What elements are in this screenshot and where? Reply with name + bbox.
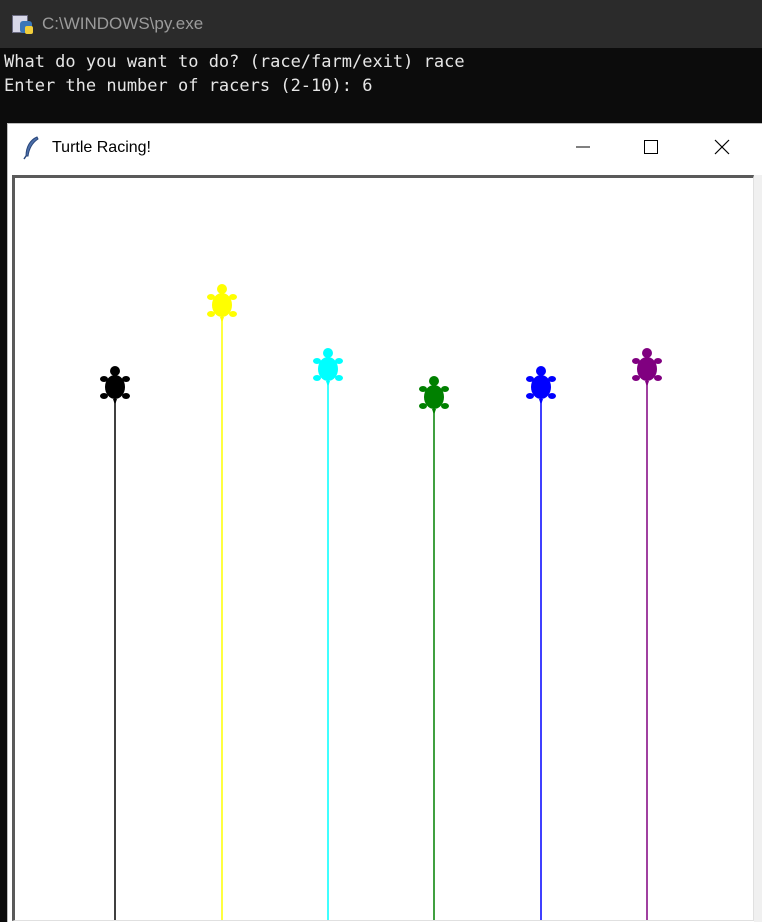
window-edge: [754, 175, 762, 922]
racer-turtle-icon: [207, 284, 237, 323]
console-title: C:\WINDOWS\py.exe: [42, 14, 204, 33]
racer-turtle-icon: [100, 366, 130, 405]
turtle-canvas[interactable]: [12, 175, 754, 921]
console-line: What do you want to do? (race/farm/exit)…: [4, 52, 465, 72]
maximize-button[interactable]: [617, 124, 685, 170]
close-button[interactable]: [688, 124, 756, 170]
turtle-window[interactable]: Turtle Racing!: [8, 124, 762, 922]
minimize-icon: [576, 146, 590, 148]
python-console-icon: [12, 13, 34, 35]
feather-icon: [23, 135, 39, 159]
turtle-window-title: Turtle Racing!: [52, 138, 151, 156]
console-line: Enter the number of racers (2-10): 6: [4, 76, 373, 96]
racer-turtle-icon: [419, 376, 449, 415]
racer-turtle-icon: [526, 366, 556, 405]
race-track: [100, 284, 662, 920]
console-titlebar[interactable]: C:\WINDOWS\py.exe: [0, 0, 762, 48]
console-output: What do you want to do? (race/farm/exit)…: [4, 50, 465, 98]
minimize-button[interactable]: [549, 124, 617, 170]
racer-turtle-icon: [632, 348, 662, 387]
close-icon: [714, 139, 730, 155]
racer-turtle-icon: [313, 348, 343, 387]
maximize-icon: [644, 140, 658, 154]
